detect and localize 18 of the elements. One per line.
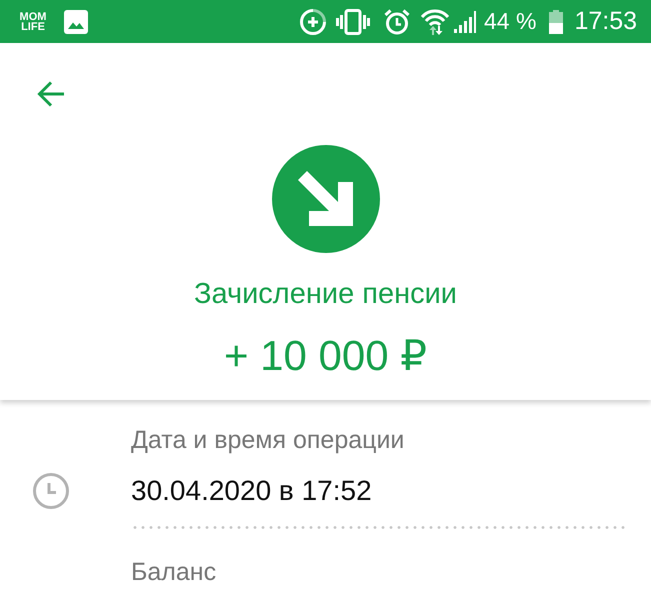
clock-icon	[33, 473, 69, 509]
wifi-icon	[421, 8, 449, 34]
status-time: 17:53	[574, 7, 637, 36]
app-logo: MOM LIFE	[18, 12, 48, 32]
detail-label: Баланс	[131, 558, 216, 587]
back-arrow-icon	[37, 80, 65, 108]
battery-percent: 44 %	[484, 8, 536, 35]
alarm-clock-icon	[384, 8, 410, 34]
signal-icon	[454, 10, 476, 32]
battery-icon	[549, 10, 564, 34]
operation-amount: + 10 000 ₽	[224, 332, 428, 380]
detail-label: Дата и время операции	[131, 426, 404, 455]
detail-value: 30.04.2020 в 17:52	[131, 475, 372, 507]
back-button[interactable]	[37, 80, 65, 108]
operation-title: Зачисление пенсии	[194, 277, 457, 311]
vibrate-icon	[336, 8, 370, 34]
circle-plus-icon	[300, 8, 326, 34]
image-icon	[64, 10, 88, 34]
